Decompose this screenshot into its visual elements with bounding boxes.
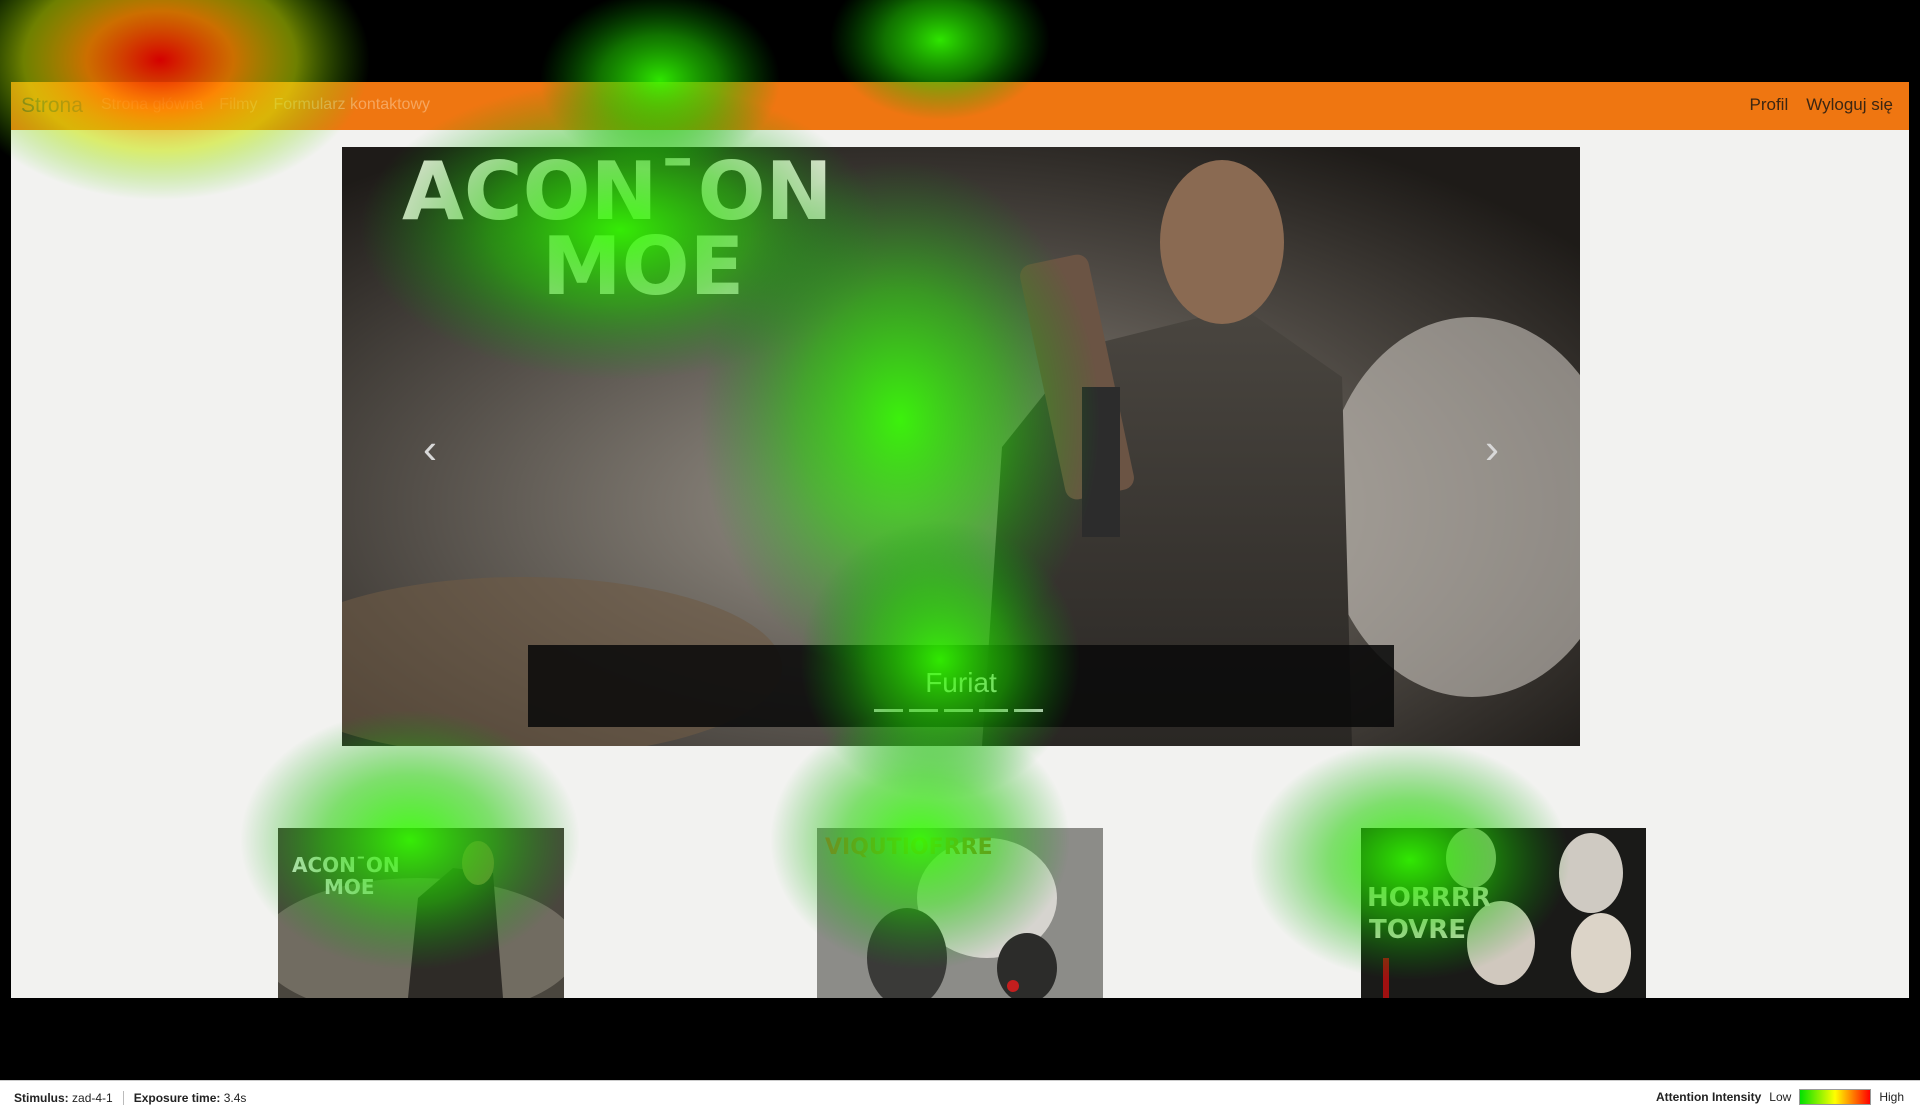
movie-card-thriller[interactable]: VIQUTIOFRRE	[817, 828, 1103, 998]
nav-link-home[interactable]: Strona główna	[101, 96, 203, 114]
nav-link-logout[interactable]: Wyloguj się	[1806, 95, 1893, 115]
movie-carousel[interactable]: ACONˉON MOE ‹ › Furiat	[342, 147, 1580, 746]
nav-link-films[interactable]: Filmy	[219, 96, 257, 114]
legend-high: High	[1879, 1090, 1904, 1104]
carousel-indicator[interactable]	[1014, 709, 1043, 712]
exposure-info: Exposure time: 3.4s	[134, 1091, 247, 1105]
nav-link-contact[interactable]: Formularz kontaktowy	[274, 96, 431, 114]
card-title-line2: MOE	[324, 875, 375, 899]
nav-link-profile[interactable]: Profil	[1749, 95, 1788, 115]
exposure-value: 3.4s	[223, 1091, 247, 1105]
stimulus-info: Stimulus: zad-4-1	[14, 1091, 113, 1105]
legend-color-bar	[1799, 1089, 1872, 1105]
movie-card-horror[interactable]: HORRRR TOVRE	[1361, 828, 1646, 998]
stimulus-label: Stimulus:	[14, 1091, 69, 1105]
card-title-line1: VIQUTIOFRRE	[825, 835, 993, 860]
poster-title-line2: MOE	[542, 220, 744, 313]
navbar-brand[interactable]: Strona	[21, 94, 83, 118]
legend-title: Attention Intensity	[1655, 1090, 1762, 1104]
stimulus-page: Strona Strona główna Filmy Formularz kon…	[11, 82, 1909, 998]
heat-legend: Attention Intensity Low High	[1656, 1089, 1904, 1105]
nav-links: Strona główna Filmy Formularz kontaktowy	[101, 96, 430, 114]
carousel-indicator[interactable]	[944, 709, 973, 712]
carousel-prev-button[interactable]: ‹	[410, 419, 450, 479]
movie-card-image: ACONˉON MOE	[278, 828, 564, 998]
carousel-caption: Furiat	[528, 645, 1394, 727]
carousel-indicator[interactable]	[909, 709, 938, 712]
movie-card-image: HORRRR TOVRE	[1361, 828, 1646, 998]
card-title-line1: HORRRR	[1367, 883, 1491, 913]
card-title-line1: ACONˉON	[292, 853, 400, 877]
movie-card-action[interactable]: ACONˉON MOE	[278, 828, 564, 998]
footer-divider	[122, 1091, 124, 1105]
footer-meta: Stimulus: zad-4-1 Exposure time: 3.4s	[14, 1091, 246, 1105]
carousel-next-button[interactable]: ›	[1472, 419, 1512, 479]
stimulus-value: zad-4-1	[72, 1091, 113, 1105]
carousel-indicator[interactable]	[979, 709, 1008, 712]
chevron-right-icon: ›	[1485, 425, 1499, 472]
exposure-label: Exposure time:	[133, 1091, 221, 1105]
movie-card-image: VIQUTIOFRRE	[817, 828, 1103, 998]
carousel-caption-title: Furiat	[925, 667, 997, 698]
navbar: Strona Strona główna Filmy Formularz kon…	[11, 82, 1909, 130]
analysis-footer: Stimulus: zad-4-1 Exposure time: 3.4s At…	[0, 1080, 1920, 1115]
legend-low: Low	[1769, 1090, 1792, 1104]
card-title-line2: TOVRE	[1369, 915, 1466, 945]
carousel-indicators	[874, 709, 1043, 712]
carousel-indicator[interactable]	[874, 709, 903, 712]
nav-right: Profil Wyloguj się	[1749, 95, 1893, 115]
chevron-left-icon: ‹	[423, 425, 437, 472]
